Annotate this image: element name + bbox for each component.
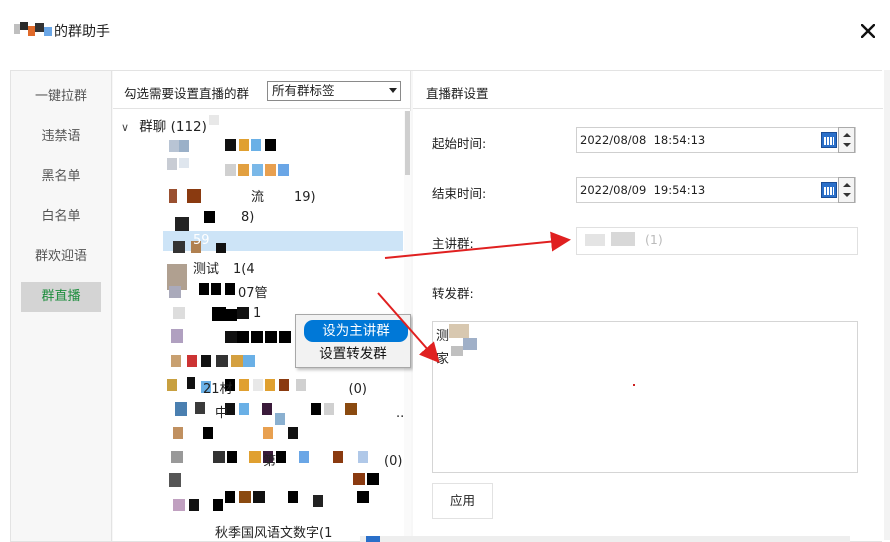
sidebar-item-pull-group[interactable]: 一键拉群 <box>21 82 101 112</box>
sidebar-item-welcome[interactable]: 群欢迎语 <box>21 242 101 272</box>
forward-group-item: 家 <box>436 352 450 367</box>
sidebar: 一键拉群 违禁语 黑名单 白名单 群欢迎语 群直播 <box>11 71 112 541</box>
app-logo-icon <box>14 22 52 38</box>
obscured-host-name <box>585 234 605 246</box>
tree-item[interactable]: 秋季国风语文数字(1 <box>193 522 332 541</box>
tree-item[interactable]: 流 19) <box>193 186 316 205</box>
title-bar: 的群助手 <box>0 0 890 62</box>
end-time-spinner[interactable] <box>838 177 855 203</box>
window-title: 的群助手 <box>54 24 110 40</box>
close-button[interactable] <box>852 15 884 47</box>
sidebar-item-group-live[interactable]: 群直播 <box>21 282 101 312</box>
start-time-value: 2022/08/08 18:54:13 <box>580 133 706 147</box>
tree-item[interactable]: 第 (0) <box>193 450 402 469</box>
tree-item[interactable]: 07管 <box>193 282 268 301</box>
context-menu: 设为主讲群 设置转发群 <box>295 314 411 368</box>
tree-item-selected[interactable]: 59 <box>193 233 210 248</box>
window-edge <box>884 70 890 540</box>
end-time-value: 2022/08/09 19:54:13 <box>580 183 706 197</box>
start-time-picker[interactable]: 2022/08/08 18:54:13 <box>576 127 856 153</box>
live-settings-title: 直播群设置 <box>426 86 489 101</box>
tree-item[interactable]: 8) <box>193 210 254 225</box>
set-forward-group-menu-item[interactable]: 设置转发群 <box>298 343 408 365</box>
forward-group-list[interactable]: 测 家 <box>432 321 858 473</box>
calendar-icon[interactable] <box>821 132 837 148</box>
tag-filter-value: 所有群标签 <box>272 83 335 98</box>
tree-root-label: 群聊 <box>139 119 167 135</box>
live-settings-header: 直播群设置 <box>413 71 883 109</box>
start-time-spinner[interactable] <box>838 127 855 153</box>
forward-group-label: 转发群: <box>432 286 474 301</box>
tag-filter-select[interactable]: 所有群标签 <box>267 81 401 101</box>
tree-root-group-chats[interactable]: ∨ 群聊 (112) <box>121 115 207 135</box>
tree-item[interactable]: 21材 (0) <box>193 378 367 397</box>
tree-item[interactable]: 测试 1(4 <box>193 258 255 277</box>
apply-button[interactable]: 应用 <box>432 483 493 519</box>
tree-scrollbar-thumb[interactable] <box>405 111 410 175</box>
main-frame: 一键拉群 违禁语 黑名单 白名单 群欢迎语 群直播 勾选需要设置直播的群 所有群… <box>10 70 883 542</box>
host-group-value: (1) <box>645 232 663 247</box>
set-host-group-menu-item[interactable]: 设为主讲群 <box>304 320 408 342</box>
sidebar-item-blacklist[interactable]: 黑名单 <box>21 162 101 192</box>
end-time-picker[interactable]: 2022/08/09 19:54:13 <box>576 177 856 203</box>
calendar-icon[interactable] <box>821 182 837 198</box>
horizontal-scrollbar[interactable] <box>360 536 850 542</box>
spin-up-icon[interactable] <box>843 183 851 187</box>
live-settings-panel: 直播群设置 起始时间: 2022/08/08 18:54:13 结束时间: 20… <box>413 71 883 541</box>
obscured-host-name <box>611 232 635 246</box>
forward-group-item: 测 <box>436 329 450 344</box>
group-tree-panel: 勾选需要设置直播的群 所有群标签 ∨ 群聊 (112) 流 19) 8) 59 … <box>113 71 411 541</box>
group-tree-title: 勾选需要设置直播的群 <box>124 86 250 101</box>
horizontal-scrollbar-thumb[interactable] <box>366 536 380 542</box>
sidebar-item-banned-words[interactable]: 违禁语 <box>21 122 101 152</box>
expand-chevron-icon[interactable]: ∨ <box>121 121 135 134</box>
spin-down-icon[interactable] <box>843 143 851 147</box>
start-time-label: 起始时间: <box>432 136 487 151</box>
tree-item[interactable]: 1 <box>193 306 261 321</box>
end-time-label: 结束时间: <box>432 186 487 201</box>
host-group-label: 主讲群: <box>432 236 474 251</box>
spin-up-icon[interactable] <box>843 133 851 137</box>
tree-item[interactable]: 中... <box>193 402 408 421</box>
group-tree-header: 勾选需要设置直播的群 所有群标签 <box>113 71 411 109</box>
spin-down-icon[interactable] <box>843 193 851 197</box>
sidebar-item-whitelist[interactable]: 白名单 <box>21 202 101 232</box>
close-icon <box>861 24 875 38</box>
tree-root-count: (112) <box>170 119 207 135</box>
dropdown-arrow-icon <box>389 88 397 93</box>
